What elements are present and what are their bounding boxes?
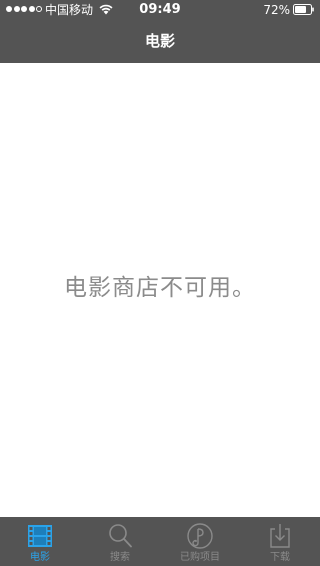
screen: 中国移动 09:49 72% 电影 电影商店不可用。 电影 搜索 已购项目 下载 <box>0 0 320 566</box>
tab-label: 搜索 <box>110 552 130 563</box>
tab-movies[interactable]: 电影 <box>0 517 80 566</box>
tab-purchased[interactable]: 已购项目 <box>160 517 240 566</box>
store-unavailable-message: 电影商店不可用。 <box>64 275 256 301</box>
search-icon <box>109 524 132 548</box>
tab-bar: 电影 搜索 已购项目 下载 <box>0 517 320 566</box>
tab-label: 电影 <box>30 552 50 563</box>
film-icon <box>28 525 52 547</box>
tab-label: 已购项目 <box>180 552 220 563</box>
download-icon <box>270 524 290 548</box>
tab-downloads[interactable]: 下载 <box>240 517 320 566</box>
page-title: 电影 <box>144 32 175 50</box>
tab-search[interactable]: 搜索 <box>80 517 160 566</box>
status-bar: 中国移动 09:49 72% <box>0 0 320 20</box>
battery-percentage: 72% <box>263 3 290 17</box>
tab-label: 下载 <box>270 552 290 563</box>
purchased-icon <box>187 523 213 549</box>
battery-icon <box>293 4 314 15</box>
top-bar: 中国移动 09:49 72% 电影 <box>0 0 320 63</box>
